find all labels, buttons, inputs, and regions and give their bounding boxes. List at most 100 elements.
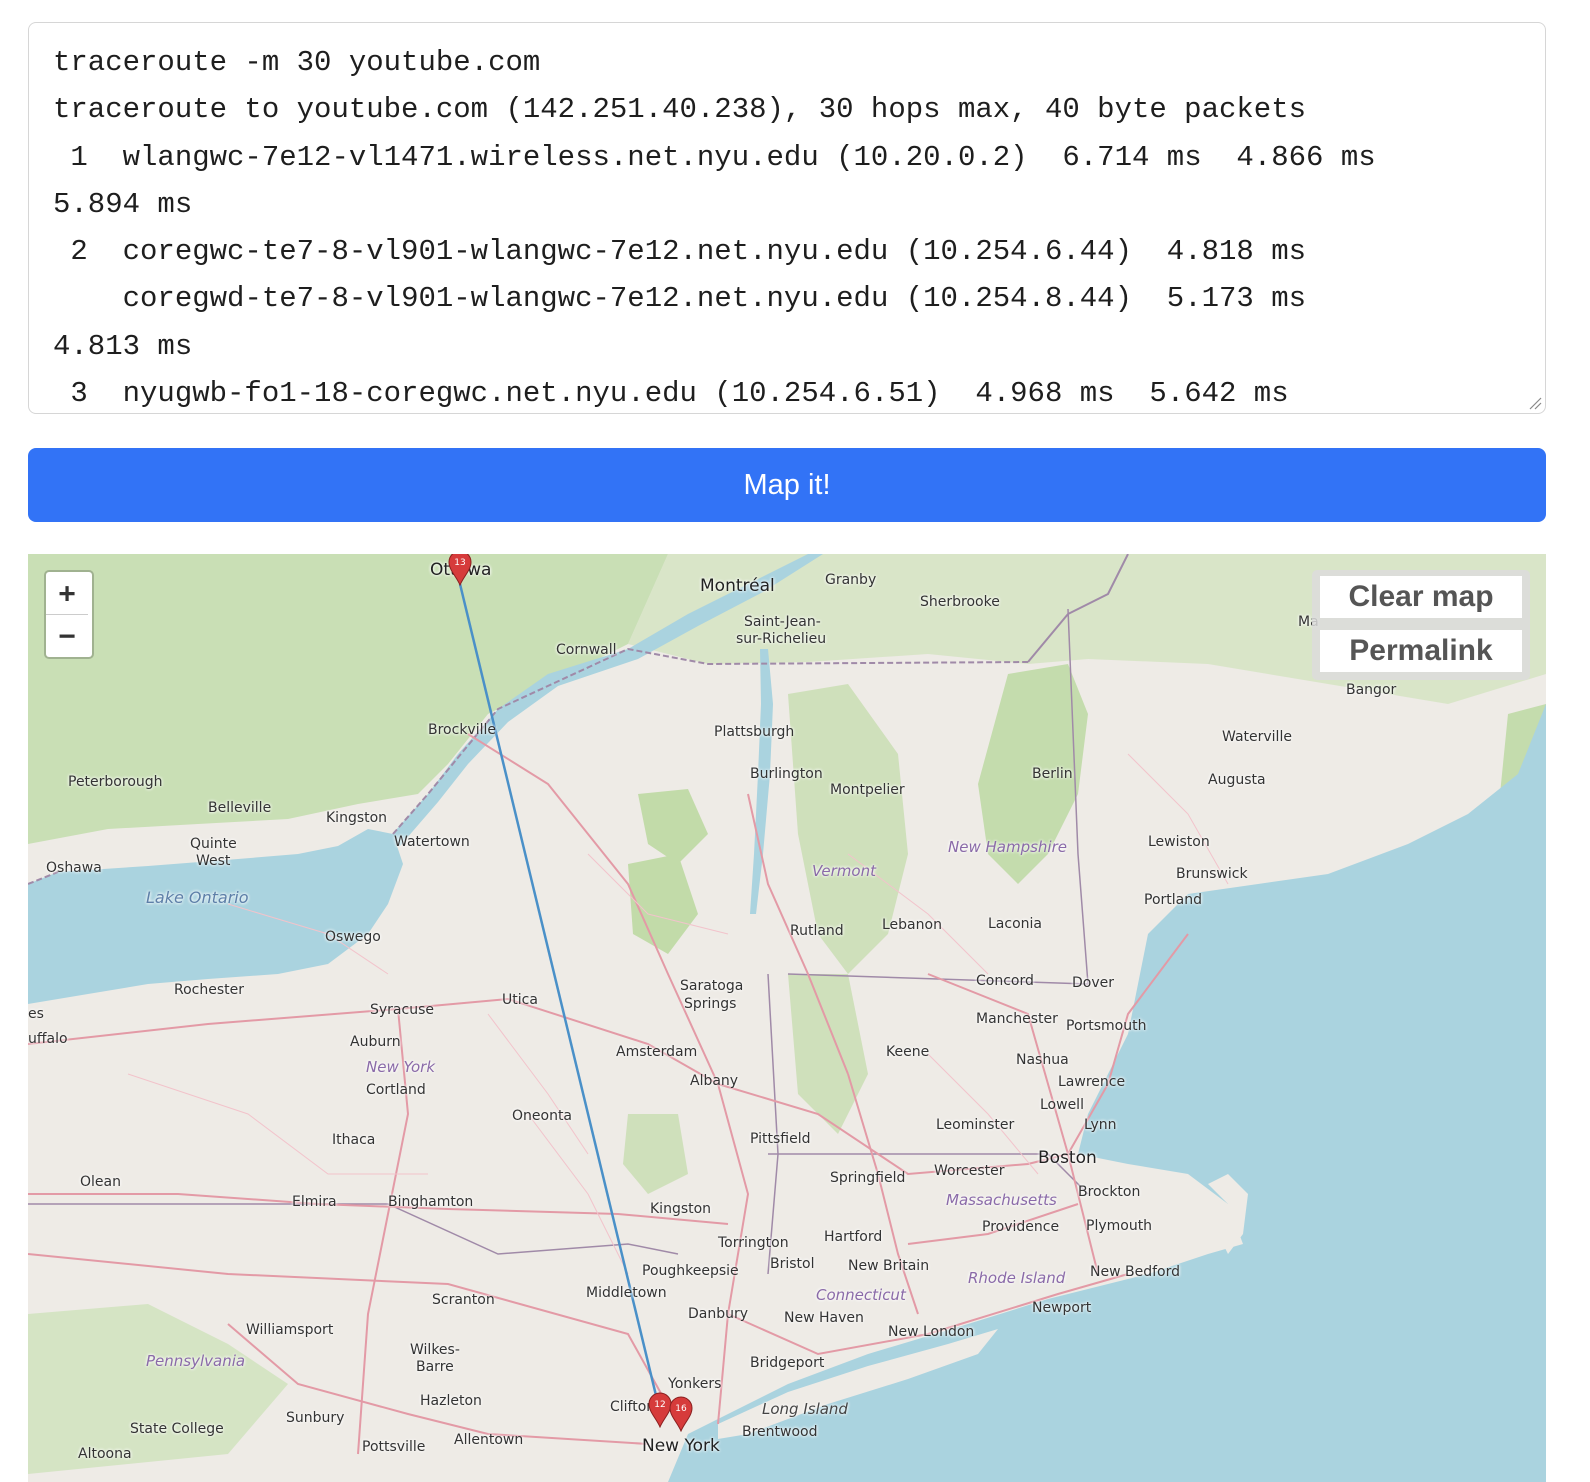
place-label: Brockton — [1078, 1184, 1141, 1200]
place-label: Poughkeepsie — [642, 1263, 739, 1279]
place-label: Concord — [976, 973, 1034, 989]
place-label: Quinte — [190, 836, 237, 852]
trace-line: 2 coregwc-te7-8-vl901-wlangwc-7e12.net.n… — [53, 235, 1307, 269]
zoom-out-button[interactable]: − — [46, 614, 88, 657]
place-label: New York — [642, 1436, 720, 1456]
trace-line: 4.813 ms — [53, 329, 193, 363]
place-label: Plattsburgh — [714, 724, 795, 740]
place-label: Belleville — [208, 800, 272, 816]
place-label: Oshawa — [46, 860, 102, 876]
place-label: Lynn — [1084, 1117, 1117, 1133]
place-label: Middletown — [586, 1285, 667, 1301]
place-label: Cornwall — [556, 642, 617, 658]
place-label: Lebanon — [882, 917, 942, 933]
place-label: West — [196, 853, 231, 869]
map-it-button[interactable]: Map it! — [28, 448, 1546, 522]
place-label: Dover — [1072, 975, 1114, 991]
place-label: Laconia — [988, 916, 1042, 932]
place-label: Binghamton — [388, 1194, 474, 1210]
trace-line: 1 wlangwc-7e12-vl1471.wireless.net.nyu.e… — [53, 140, 1376, 174]
region-label: New York — [366, 1058, 436, 1076]
place-label: sur-Richelieu — [736, 631, 827, 647]
place-label: Springfield — [830, 1170, 906, 1186]
place-label: Lawrence — [1058, 1074, 1126, 1090]
route-map[interactable]: Ottawa Montréal Granby Sherbrooke Saint-… — [28, 554, 1546, 1482]
place-label: Scranton — [432, 1292, 495, 1308]
map-action-group: Clear map Permalink — [1312, 570, 1530, 680]
region-label: Rhode Island — [968, 1269, 1066, 1287]
place-label: Peterborough — [68, 774, 163, 790]
place-label: Oswego — [325, 929, 381, 945]
traceroute-output[interactable]: traceroute -m 30 youtube.com traceroute … — [29, 23, 1545, 413]
place-label: Sunbury — [286, 1410, 345, 1426]
place-label: Saratoga — [680, 978, 744, 994]
place-label: Lowell — [1040, 1097, 1084, 1113]
place-label: Montréal — [700, 576, 775, 596]
marker-label: 12 — [654, 1400, 665, 1410]
clear-map-button[interactable]: Clear map — [1320, 576, 1522, 618]
place-label: Burlington — [750, 766, 823, 782]
place-label: Kingston — [326, 810, 388, 826]
place-label: Hazleton — [420, 1393, 482, 1409]
permalink-button[interactable]: Permalink — [1320, 630, 1522, 672]
place-label: Keene — [886, 1044, 930, 1060]
place-label: Leominster — [936, 1117, 1015, 1133]
place-label: Providence — [982, 1219, 1060, 1235]
place-label: Brunswick — [1176, 866, 1248, 882]
place-label: Olean — [80, 1174, 121, 1190]
place-label: Watertown — [394, 834, 470, 850]
hop-marker-13[interactable]: 13 — [447, 554, 473, 586]
traceroute-textarea[interactable]: traceroute -m 30 youtube.com traceroute … — [28, 22, 1546, 414]
place-label: Nashua — [1016, 1052, 1069, 1068]
place-label: Lewiston — [1148, 834, 1210, 850]
place-label: State College — [130, 1421, 224, 1437]
place-label: Bridgeport — [750, 1355, 825, 1371]
marker-label: 16 — [675, 1404, 687, 1414]
trace-line: coregwd-te7-8-vl901-wlangwc-7e12.net.nyu… — [53, 282, 1307, 316]
marker-label: 13 — [454, 558, 465, 568]
region-label: Pennsylvania — [146, 1352, 246, 1370]
place-label: Auburn — [350, 1034, 401, 1050]
place-label: Granby — [825, 572, 877, 588]
place-label: Utica — [502, 992, 538, 1008]
place-label: Elmira — [292, 1194, 337, 1210]
place-label: Augusta — [1208, 772, 1266, 788]
place-label: Portsmouth — [1066, 1018, 1147, 1034]
place-label: New Haven — [784, 1310, 864, 1326]
region-label: Long Island — [762, 1400, 848, 1418]
map-tiles — [28, 554, 1546, 1482]
water-label: Lake Ontario — [146, 888, 249, 907]
trace-line: traceroute to youtube.com (142.251.40.23… — [53, 93, 1307, 127]
place-label: Bangor — [1346, 682, 1397, 698]
place-label: Altoona — [78, 1446, 132, 1462]
place-label: Oneonta — [512, 1108, 573, 1124]
place-label: Kingston — [650, 1201, 712, 1217]
place-label: Newport — [1032, 1300, 1092, 1316]
region-label: Massachusetts — [946, 1191, 1057, 1209]
zoom-in-button[interactable]: + — [46, 572, 88, 614]
place-label: Amsterdam — [616, 1044, 698, 1060]
place-label: Torrington — [718, 1235, 789, 1251]
place-label: Waterville — [1222, 729, 1292, 745]
hop-marker-16[interactable]: 16 — [668, 1396, 694, 1432]
place-label: Williamsport — [246, 1322, 334, 1338]
place-label: Plymouth — [1086, 1218, 1153, 1234]
place-label: Allentown — [454, 1432, 524, 1448]
place-label: Brockville — [428, 722, 496, 738]
zoom-control: + − — [44, 570, 94, 659]
place-label: Pottsville — [362, 1439, 426, 1455]
place-label: Rochester — [174, 982, 244, 998]
place-label: New London — [888, 1324, 975, 1340]
place-label: es — [28, 1006, 44, 1022]
place-label: uffalo — [28, 1031, 68, 1047]
region-label: Connecticut — [816, 1286, 906, 1304]
place-label: Pittsfield — [750, 1131, 811, 1147]
place-label: New Bedford — [1090, 1264, 1180, 1280]
place-label: Rutland — [790, 923, 844, 939]
place-label: Syracuse — [370, 1002, 434, 1018]
place-label: Berlin — [1032, 766, 1073, 782]
place-label: Worcester — [934, 1163, 1005, 1179]
resize-handle-icon[interactable] — [1528, 396, 1542, 410]
place-label: Boston — [1038, 1148, 1097, 1168]
place-label: Yonkers — [668, 1376, 722, 1392]
